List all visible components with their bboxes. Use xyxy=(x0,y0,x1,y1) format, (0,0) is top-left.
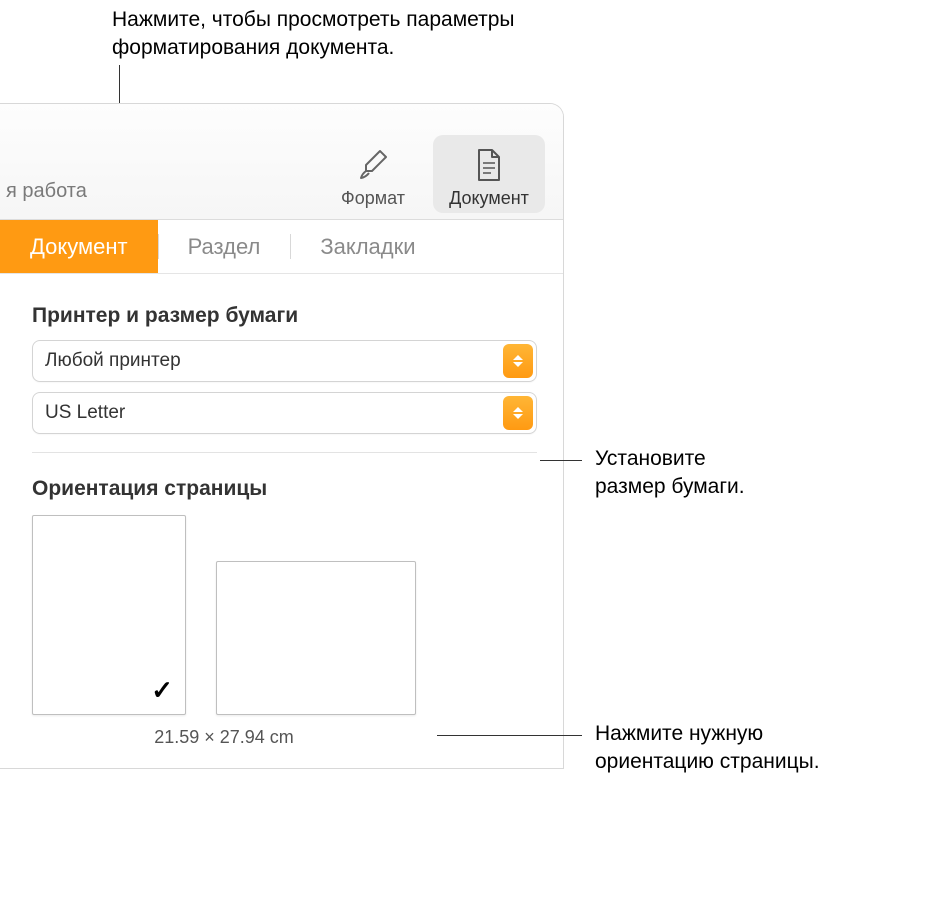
section-divider xyxy=(32,452,537,453)
callout-leader-line-orientation xyxy=(437,735,582,736)
orientation-row: ✓ xyxy=(32,515,537,715)
printer-select[interactable]: Любой принтер xyxy=(32,340,537,382)
document-icon xyxy=(474,144,504,186)
paper-size-select[interactable]: US Letter xyxy=(32,392,537,434)
orientation-portrait-button[interactable]: ✓ xyxy=(32,515,186,715)
callout-leader-line-paper xyxy=(540,460,582,461)
content-area: Принтер и размер бумаги Любой принтер US… xyxy=(0,274,563,768)
callout-formatting-options: Нажмите, чтобы просмотреть параметры фор… xyxy=(112,6,515,63)
callout-orientation: Нажмите нужную ориентацию страницы. xyxy=(595,720,820,777)
paper-size-select-value: US Letter xyxy=(45,402,125,424)
tab-document[interactable]: Документ xyxy=(0,220,158,273)
updown-arrows-icon xyxy=(503,396,533,430)
document-toolbar-button[interactable]: Документ xyxy=(433,135,545,213)
tab-section[interactable]: Раздел xyxy=(158,220,291,273)
toolbar-left-fragment: я работа xyxy=(6,180,87,213)
tab-bar: Документ Раздел Закладки xyxy=(0,220,563,274)
sidebar-panel: я работа Формат Документ xyxy=(0,103,564,769)
printer-select-value: Любой принтер xyxy=(45,350,181,372)
paintbrush-icon xyxy=(356,144,390,186)
callout-paper-size: Установите размер бумаги. xyxy=(595,445,745,502)
tab-bookmarks[interactable]: Закладки xyxy=(290,220,445,273)
orientation-section-title: Ориентация страницы xyxy=(32,477,537,501)
document-toolbar-label: Документ xyxy=(449,188,529,209)
format-toolbar-button[interactable]: Формат xyxy=(317,135,429,213)
printer-section-title: Принтер и размер бумаги xyxy=(32,304,537,328)
checkmark-icon: ✓ xyxy=(151,675,173,706)
page-dimensions-label: 21.59 × 27.94 cm xyxy=(32,727,416,748)
toolbar: я работа Формат Документ xyxy=(0,104,563,220)
updown-arrows-icon xyxy=(503,344,533,378)
format-toolbar-label: Формат xyxy=(341,188,405,209)
orientation-landscape-button[interactable] xyxy=(216,561,416,715)
